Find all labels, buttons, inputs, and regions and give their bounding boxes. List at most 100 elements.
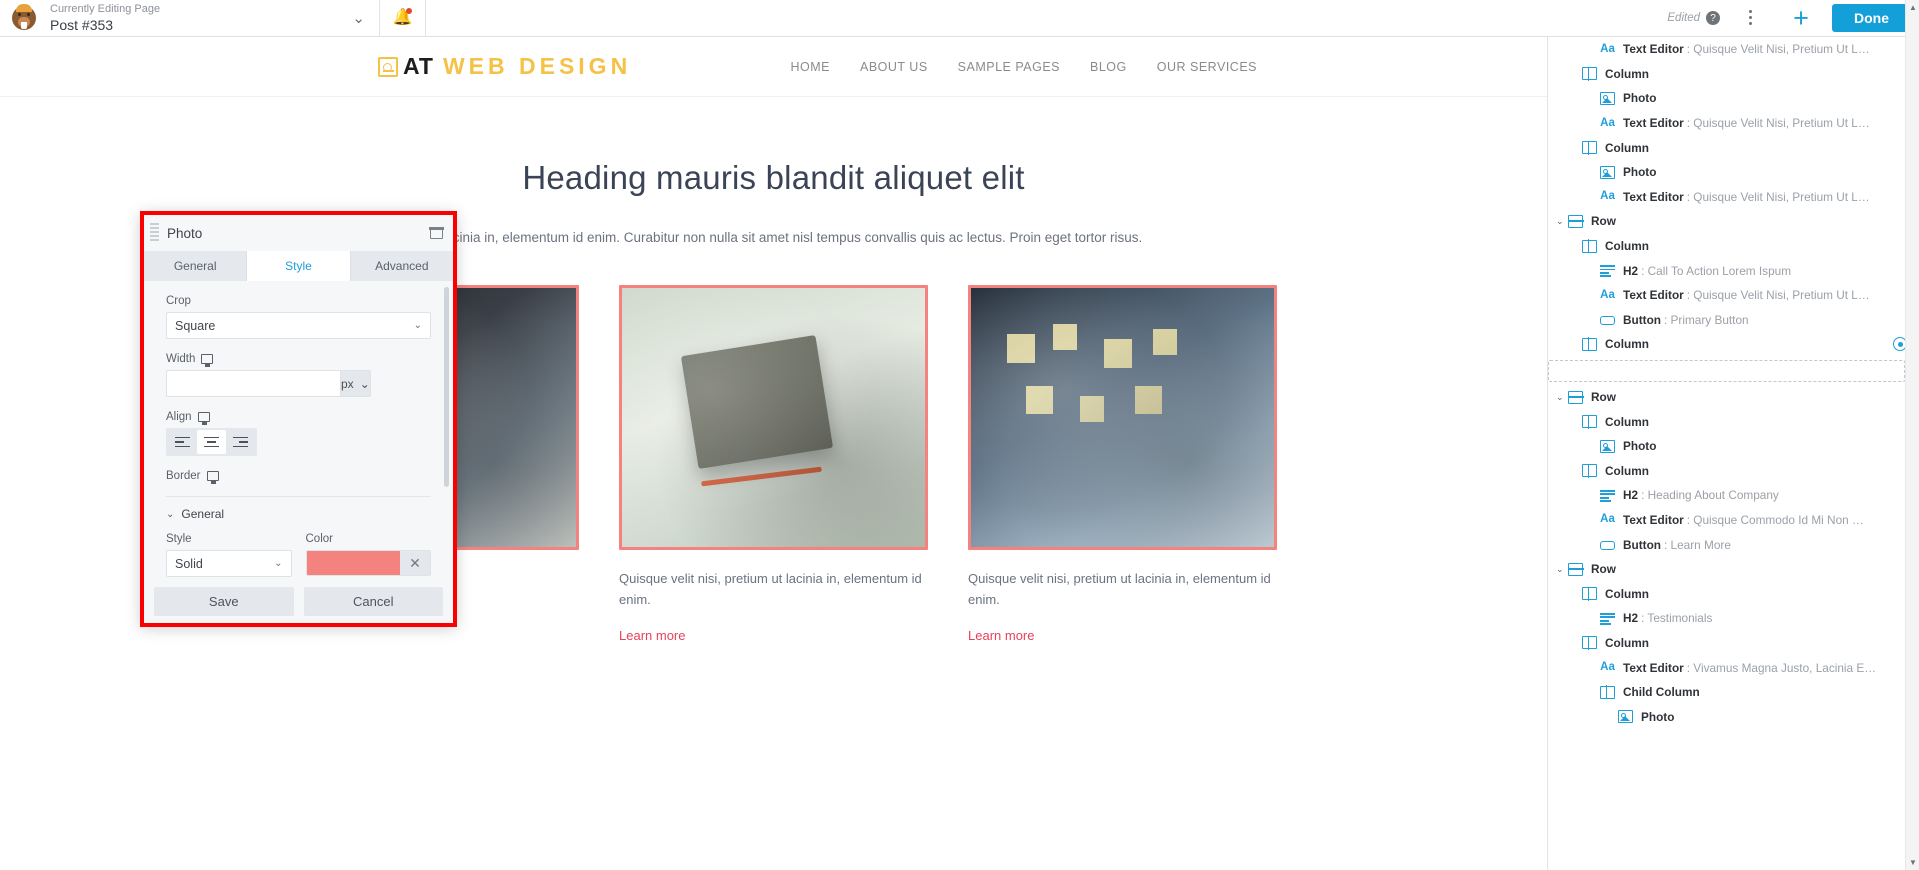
outline-row[interactable]: ⌄ Row [1548, 557, 1919, 582]
outline-row[interactable]: Aa Text Editor: Quisque Velit Nisi, Preti… [1548, 37, 1919, 62]
chevron-down-icon[interactable]: ⌄ [1556, 564, 1568, 575]
outline-row[interactable]: Column [1548, 332, 1919, 357]
window-scrollbar[interactable]: ▲ ▼ [1905, 0, 1919, 870]
width-input[interactable] [166, 370, 340, 397]
editing-page-indicator[interactable]: Currently Editing Page Post #353 ⌄ [0, 0, 380, 37]
outline-row-label: Button [1623, 312, 1661, 327]
align-right-button[interactable] [226, 430, 255, 454]
card-learn-more-link[interactable]: Learn more [968, 628, 1034, 643]
outline-row[interactable]: Column [1548, 62, 1919, 87]
style-color-row: Style Solid ⌄ Color ✕ [166, 533, 431, 577]
card-learn-more-link[interactable]: Learn more [619, 628, 685, 643]
done-button[interactable]: Done [1832, 4, 1911, 32]
outline-row[interactable]: Photo [1548, 86, 1919, 111]
window-restore-icon[interactable] [429, 226, 444, 239]
button-icon [1600, 316, 1615, 326]
outline-row[interactable]: ⌄ Row [1548, 385, 1919, 410]
crop-field: Crop Square ⌄ [166, 295, 431, 339]
responsive-device-icon[interactable] [197, 412, 210, 425]
logo-mark-icon [378, 56, 398, 77]
outline-row-label: Column [1605, 414, 1649, 429]
tab-general[interactable]: General [144, 251, 248, 281]
site-logo[interactable]: AT WEB DESIGN [378, 53, 631, 80]
card-photo[interactable] [968, 284, 1277, 550]
align-field: Align [166, 411, 431, 456]
scroll-up-icon[interactable]: ▲ [1906, 0, 1919, 15]
responsive-device-icon[interactable] [206, 471, 219, 484]
outline-row[interactable]: Column [1548, 409, 1919, 434]
add-content-button[interactable]: + [1780, 0, 1822, 37]
color-swatch[interactable] [306, 551, 400, 575]
outline-row-label: Photo [1623, 91, 1657, 106]
outline-row[interactable]: Photo [1548, 704, 1919, 729]
outline-dropzone[interactable] [1548, 359, 1905, 382]
drag-handle-icon[interactable] [150, 223, 159, 243]
nav-item-blog[interactable]: BLOG [1090, 60, 1127, 74]
chevron-down-icon[interactable]: ⌄ [352, 11, 365, 26]
outline-row[interactable]: Aa Text Editor: Quisque Velit Nisi, Preti… [1548, 111, 1919, 136]
width-input-group: px ⌄ [166, 370, 371, 397]
outline-row[interactable]: Photo [1548, 160, 1919, 185]
outline-row[interactable]: Aa Text Editor: Vivamus Magna Justo, Laci… [1548, 655, 1919, 680]
border-general-accordion[interactable]: ⌄ General [166, 507, 431, 521]
outline-row[interactable]: Aa Text Editor: Quisque Commodo Id Mi Non… [1548, 508, 1919, 533]
toolbar-actions: Edited ? + Done [1667, 0, 1919, 37]
outline-row[interactable]: Button: Primary Button [1548, 308, 1919, 333]
outline-row[interactable]: Button: Learn More [1548, 532, 1919, 557]
outline-row[interactable]: Photo [1548, 434, 1919, 459]
settings-panel-title: Photo [167, 225, 203, 241]
outline-row-label: Text Editor [1623, 116, 1684, 131]
nav-item-our-services[interactable]: OUR SERVICES [1157, 60, 1257, 74]
cancel-button[interactable]: Cancel [303, 586, 443, 616]
outline-row-label: Child Column [1623, 685, 1700, 700]
outline-row-value: : Quisque Velit Nisi, Pretium Ut L… [1686, 189, 1870, 204]
outline-row[interactable]: Aa Text Editor: Quisque Velit Nisi, Preti… [1548, 283, 1919, 308]
editing-subtitle: Currently Editing Page [50, 3, 161, 16]
outline-row[interactable]: Column [1548, 459, 1919, 484]
save-button[interactable]: Save [154, 586, 294, 616]
settings-scrollbar[interactable] [444, 287, 449, 487]
border-label-text: Border [166, 470, 201, 482]
responsive-device-icon[interactable] [201, 354, 214, 367]
settings-panel-body: Crop Square ⌄ Width px ⌄ Align Border ⌄ … [144, 281, 453, 579]
width-label: Width [166, 353, 431, 367]
outline-row[interactable]: Column [1548, 631, 1919, 656]
width-unit-select[interactable]: px ⌄ [340, 370, 371, 397]
row-icon [1567, 214, 1584, 228]
tab-advanced[interactable]: Advanced [350, 251, 453, 281]
editor-app: Currently Editing Page Post #353 ⌄ 🔔 Edi… [0, 0, 1919, 870]
logo-secondary-text: WEB DESIGN [442, 53, 632, 79]
nav-item-about-us[interactable]: ABOUT US [860, 60, 928, 74]
align-left-button[interactable] [168, 430, 197, 454]
outline-panel-button[interactable] [1738, 0, 1780, 37]
nav-item-sample-pages[interactable]: SAMPLE PAGES [958, 60, 1060, 74]
outline-row[interactable]: H2: Call To Action Lorem Ispum [1548, 258, 1919, 283]
chevron-down-icon: ⌄ [274, 558, 283, 569]
scroll-down-icon[interactable]: ▼ [1906, 855, 1919, 870]
chevron-down-icon[interactable]: ⌄ [1556, 216, 1568, 227]
outline-row[interactable]: Column [1548, 581, 1919, 606]
border-general-label: General [181, 507, 225, 521]
align-center-button[interactable] [197, 430, 226, 454]
border-style-select[interactable]: Solid ⌄ [166, 550, 292, 577]
nav-item-home[interactable]: HOME [790, 60, 830, 74]
outline-row-value: : Call To Action Lorem Ispum [1641, 263, 1792, 278]
close-icon[interactable]: ✕ [400, 551, 430, 575]
crop-select-value: Square [175, 318, 216, 333]
outline-row[interactable]: Column [1548, 135, 1919, 160]
photo-settings-panel: Photo General Style Advanced Crop Square… [140, 211, 457, 627]
tab-style[interactable]: Style [247, 251, 351, 281]
outline-row[interactable]: Aa Text Editor: Quisque Velit Nisi, Preti… [1548, 185, 1919, 210]
outline-row[interactable]: H2: Testimonials [1548, 606, 1919, 631]
help-icon[interactable]: ? [1706, 11, 1720, 25]
card-photo[interactable] [619, 284, 928, 550]
column-icon [1582, 463, 1597, 478]
outline-row[interactable]: Column [1548, 234, 1919, 259]
outline-row[interactable]: H2: Heading About Company [1548, 483, 1919, 508]
width-unit-value: px [341, 376, 354, 391]
outline-row[interactable]: ⌄ Row [1548, 209, 1919, 234]
chevron-down-icon[interactable]: ⌄ [1556, 392, 1568, 403]
notifications-button[interactable]: 🔔 [380, 0, 426, 37]
outline-row[interactable]: Child Column [1548, 680, 1919, 705]
crop-select[interactable]: Square ⌄ [166, 312, 431, 339]
